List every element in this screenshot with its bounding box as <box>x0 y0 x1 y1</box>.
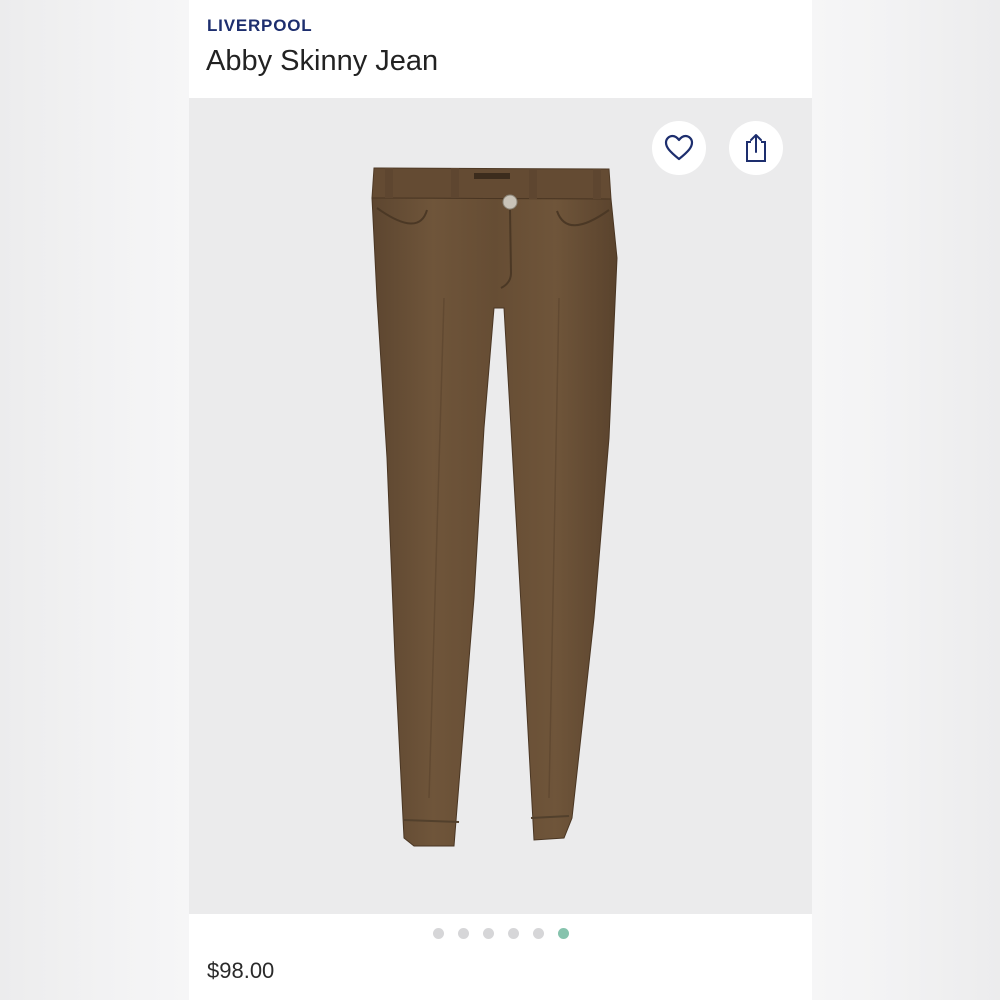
heart-icon <box>664 134 694 161</box>
product-header: LIVERPOOL Abby Skinny Jean <box>189 0 812 98</box>
product-image <box>371 167 618 847</box>
pagination-dot[interactable] <box>432 927 444 939</box>
favorite-button[interactable] <box>652 121 706 175</box>
brand-link[interactable]: LIVERPOOL <box>207 16 312 36</box>
pagination-dot[interactable] <box>482 927 494 939</box>
share-button[interactable] <box>729 121 783 175</box>
pagination-dot[interactable] <box>507 927 519 939</box>
share-icon <box>746 134 766 162</box>
product-title: Abby Skinny Jean <box>206 45 439 77</box>
image-pagination <box>189 914 812 952</box>
pagination-dot[interactable] <box>532 927 544 939</box>
pagination-dot-active[interactable] <box>557 927 569 939</box>
product-image-gallery[interactable] <box>189 98 812 914</box>
pagination-dot[interactable] <box>457 927 469 939</box>
product-price: $98.00 <box>207 958 275 983</box>
product-card: LIVERPOOL Abby Skinny Jean $98.00 <box>189 0 812 1000</box>
